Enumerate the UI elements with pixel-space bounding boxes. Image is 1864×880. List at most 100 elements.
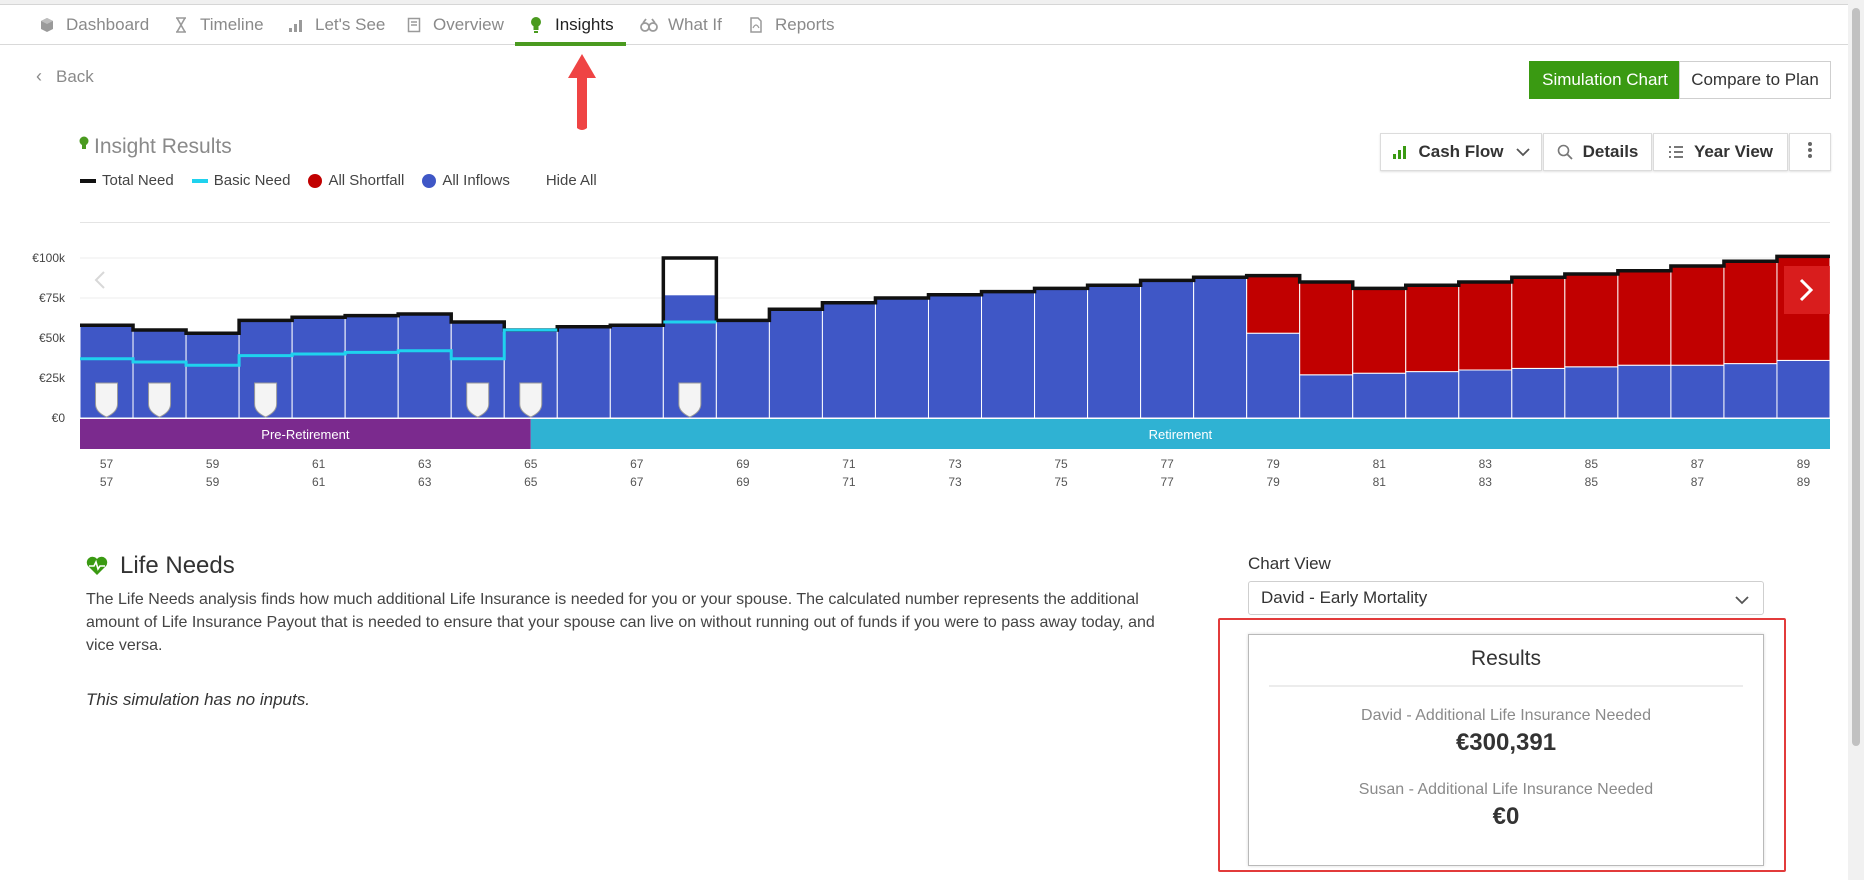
no-inputs-note: This simulation has no inputs. xyxy=(86,690,310,709)
inflow-bar xyxy=(1087,284,1142,419)
tab-label: Reports xyxy=(775,15,835,34)
x-tick-label: 81 xyxy=(1373,457,1387,471)
event-marker-icon xyxy=(519,382,543,418)
event-marker-icon xyxy=(254,382,278,418)
year-view-button[interactable]: Year View xyxy=(1653,133,1788,171)
shortfall-swatch xyxy=(308,173,323,188)
chart-legend: Total Need Basic Need All Shortfall All … xyxy=(80,172,615,189)
year-view-label: Year View xyxy=(1693,142,1774,161)
inflow-bar xyxy=(1193,276,1248,419)
legend-all-shortfall[interactable]: All Shortfall xyxy=(308,172,404,189)
inflow-bar xyxy=(1246,332,1301,419)
tab-insights[interactable]: Insights xyxy=(515,6,626,46)
x-tick-label: 59 xyxy=(206,457,220,471)
magnifier-icon xyxy=(1557,144,1573,160)
y-tick-label: €50k xyxy=(39,331,66,345)
inflows-swatch xyxy=(422,173,437,188)
y-tick-label: €100k xyxy=(32,251,66,265)
inflow-bar xyxy=(344,315,399,419)
x-tick-label: 73 xyxy=(948,475,962,489)
x-tick-label: 77 xyxy=(1160,475,1174,489)
x-tick-label: 87 xyxy=(1691,457,1705,471)
tab-label: Timeline xyxy=(200,15,264,34)
phase-label: Retirement xyxy=(1149,427,1213,442)
inflow-bar xyxy=(768,308,823,419)
event-marker-icon xyxy=(95,382,119,418)
x-tick-label: 87 xyxy=(1691,475,1705,489)
red-annotation-arrow xyxy=(568,54,596,130)
inflow-bar xyxy=(291,316,346,419)
x-tick-label: 71 xyxy=(842,475,856,489)
inflow-bar xyxy=(1670,364,1725,419)
back-label: Back xyxy=(56,66,94,86)
lightbulb-icon xyxy=(78,135,90,159)
cash-flow-label: Cash Flow xyxy=(1418,142,1504,161)
inflow-bar xyxy=(1776,359,1831,419)
x-tick-label: 57 xyxy=(100,475,114,489)
back-link[interactable]: ‹ Back xyxy=(36,66,94,87)
tab-what-if[interactable]: What If xyxy=(640,6,722,44)
x-tick-label: 83 xyxy=(1479,457,1493,471)
x-tick-label: 57 xyxy=(100,457,114,471)
details-button[interactable]: Details xyxy=(1543,133,1652,171)
inflow-bar xyxy=(609,324,664,419)
x-tick-label: 77 xyxy=(1160,457,1174,471)
susan-result-label: Susan - Additional Life Insurance Needed xyxy=(1358,781,1654,798)
inflow-bar xyxy=(1511,367,1566,419)
basic-need-swatch xyxy=(191,178,208,183)
susan-result-value: €0 xyxy=(1492,803,1520,830)
chevron-left-icon xyxy=(94,271,105,289)
shortfall-bar xyxy=(1458,281,1513,371)
legend-total-need[interactable]: Total Need xyxy=(80,172,174,189)
page-scrollbar[interactable] xyxy=(1848,0,1864,880)
shortfall-bar xyxy=(1246,275,1301,334)
document-icon xyxy=(405,16,423,34)
tab-label: Insights xyxy=(555,15,614,34)
binoculars-icon xyxy=(640,16,658,34)
chart-view-select[interactable]: David - Early Mortality xyxy=(1248,581,1764,615)
compare-to-plan-button[interactable]: Compare to Plan xyxy=(1679,61,1831,99)
legend-basic-need[interactable]: Basic Need xyxy=(191,172,291,189)
inflow-bar xyxy=(1352,372,1407,419)
inflow-bar xyxy=(1564,366,1619,419)
inflow-bar xyxy=(556,326,611,419)
shortfall-bar xyxy=(1670,265,1725,366)
inflow-bar xyxy=(1299,374,1354,419)
tab-label: What If xyxy=(668,15,722,34)
shortfall-bar xyxy=(1511,276,1566,369)
shortfall-bar xyxy=(1352,287,1407,374)
x-tick-label: 89 xyxy=(1797,475,1811,489)
shortfall-bar xyxy=(1617,270,1672,366)
simulation-chart-button[interactable]: Simulation Chart xyxy=(1529,61,1681,99)
x-tick-label: 89 xyxy=(1797,457,1811,471)
cash-flow-dropdown[interactable]: Cash Flow xyxy=(1380,133,1542,171)
tab-timeline[interactable]: Timeline xyxy=(172,6,264,44)
tab-overview[interactable]: Overview xyxy=(405,6,504,44)
tab-dashboard[interactable]: Dashboard xyxy=(38,6,149,44)
y-tick-label: €75k xyxy=(39,291,66,305)
x-tick-label: 85 xyxy=(1585,457,1599,471)
next-arrow-button xyxy=(1784,266,1830,314)
legend-all-inflows[interactable]: All Inflows xyxy=(422,172,510,189)
chevron-left-icon: ‹ xyxy=(36,66,42,86)
inflow-bar xyxy=(927,294,983,419)
legend-hide-all[interactable]: Hide All xyxy=(546,172,597,189)
more-options-button[interactable] xyxy=(1789,133,1831,171)
total-need-swatch xyxy=(80,178,96,183)
inflow-bar xyxy=(981,291,1036,419)
cube-icon xyxy=(38,16,56,34)
x-tick-label: 83 xyxy=(1479,475,1493,489)
lightbulb-icon xyxy=(527,16,545,34)
cash-flow-chart: €0 €25k €50k €75k €100k Pre-Retirement Retirem… xyxy=(32,251,1831,489)
scrollbar-thumb[interactable] xyxy=(1852,8,1860,746)
legend-label: Basic Need xyxy=(213,172,291,189)
shortfall-bar xyxy=(1299,281,1354,376)
heartbeat-icon xyxy=(86,556,108,576)
chevron-down-icon xyxy=(1735,590,1749,610)
x-tick-label: 65 xyxy=(524,475,538,489)
shortfall-bar xyxy=(1723,260,1778,365)
x-tick-label: 75 xyxy=(1054,475,1068,489)
tab-lets-see[interactable]: Let's See xyxy=(287,6,385,44)
tab-reports[interactable]: Reports xyxy=(747,6,835,44)
chart-view-selected: David - Early Mortality xyxy=(1261,588,1428,607)
